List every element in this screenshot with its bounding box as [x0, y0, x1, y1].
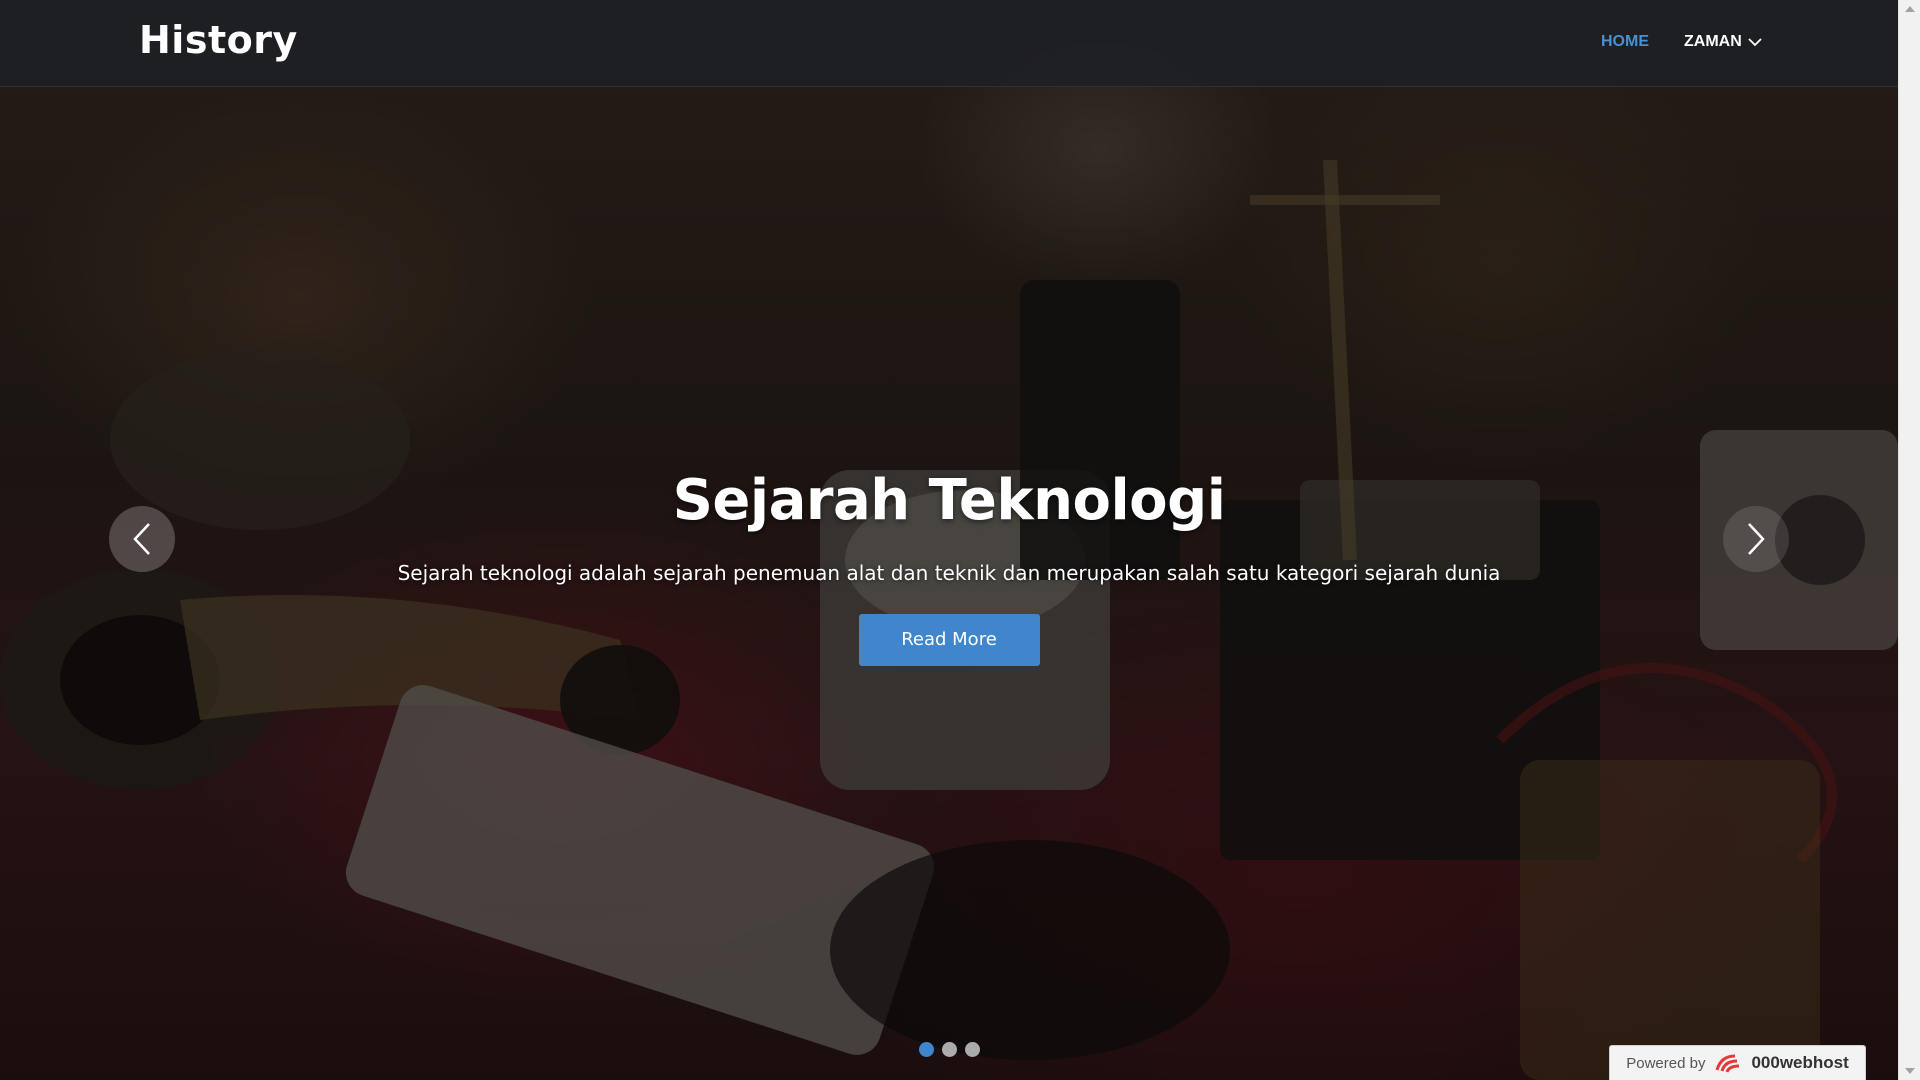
carousel-indicators — [919, 1042, 980, 1057]
powered-by-label: Powered by — [1626, 1054, 1706, 1072]
chevron-down-icon — [1748, 38, 1762, 47]
slide-description: Sejarah teknologi adalah sejarah penemua… — [397, 561, 1501, 585]
read-more-button[interactable]: Read More — [858, 614, 1040, 666]
scroll-up-arrow-icon[interactable] — [1905, 6, 1915, 12]
powered-by-badge[interactable]: Powered by 000webhost — [1609, 1045, 1866, 1080]
scroll-down-arrow-icon[interactable] — [1905, 1068, 1915, 1074]
powered-by-brand: 000webhost — [1751, 1053, 1849, 1072]
nav-link-home[interactable]: HOME — [1601, 33, 1649, 51]
brand-logo[interactable]: History — [139, 18, 298, 62]
slide-caption: Sejarah Teknologi Sejarah teknologi adal… — [0, 468, 1898, 666]
page-scrollbar[interactable] — [1898, 0, 1920, 1080]
nav-link-zaman[interactable]: ZAMAN — [1684, 33, 1762, 51]
carousel-indicator-1[interactable] — [919, 1042, 934, 1057]
000webhost-logo-icon — [1716, 1054, 1740, 1073]
carousel-indicator-2[interactable] — [942, 1042, 957, 1057]
nav-link-zaman-label: ZAMAN — [1684, 33, 1742, 50]
navbar: History HOME ZAMAN — [0, 0, 1898, 87]
carousel-indicator-3[interactable] — [965, 1042, 980, 1057]
slide-title: Sejarah Teknologi — [672, 468, 1226, 533]
